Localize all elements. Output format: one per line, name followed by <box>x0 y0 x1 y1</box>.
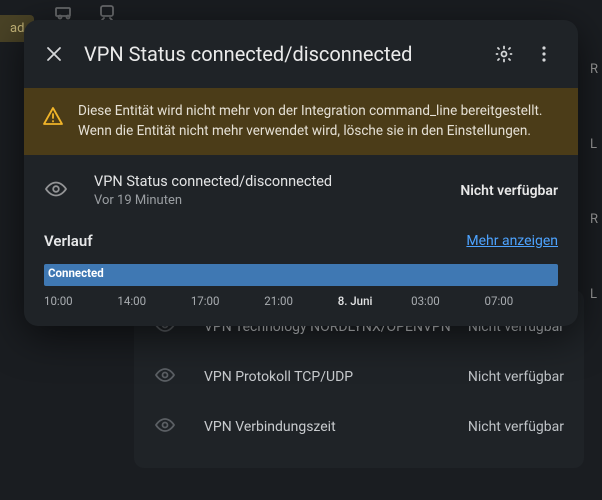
entity-dialog: VPN Status connected/disconnected Diese … <box>24 20 578 326</box>
history-header: Verlauf Mehr anzeigen <box>24 218 578 260</box>
tick-label: 21:00 <box>264 294 337 308</box>
bg-right-label: L <box>590 287 598 302</box>
entity-name: VPN Protokoll TCP/UDP <box>204 369 468 385</box>
list-item[interactable]: VPN Verbindungszeit Nicht verfügbar <box>134 402 584 452</box>
warning-banner: Diese Entität wird nicht mehr von der In… <box>24 88 578 155</box>
train-icon <box>98 4 118 20</box>
bg-right: R L R L <box>590 62 598 302</box>
entity-labels: VPN Status connected/disconnected Vor 19… <box>94 173 460 208</box>
warning-icon <box>42 105 64 127</box>
entity-state-value: Nicht verfügbar <box>460 183 558 199</box>
tick-label: 03:00 <box>411 294 484 308</box>
entity-state-row: VPN Status connected/disconnected Vor 19… <box>24 155 578 218</box>
dialog-header: VPN Status connected/disconnected <box>24 20 578 88</box>
tick-label: 07:00 <box>485 294 558 308</box>
gear-icon <box>494 44 514 64</box>
eye-icon <box>154 414 176 440</box>
warning-text: Diese Entität wird nicht mehr von der In… <box>78 102 560 141</box>
more-button[interactable] <box>524 34 564 74</box>
bg-right-label: R <box>590 62 598 77</box>
dialog-title: VPN Status connected/disconnected <box>84 42 484 66</box>
history-timeline[interactable]: Connected <box>44 264 558 286</box>
tick-label: 10:00 <box>44 294 117 308</box>
entity-value: Nicht verfügbar <box>468 369 564 385</box>
vehicle-icon <box>54 4 74 20</box>
eye-icon <box>154 364 176 390</box>
tick-label: 14:00 <box>117 294 190 308</box>
timeline-segment-label: Connected <box>48 266 104 280</box>
close-button[interactable] <box>34 34 74 74</box>
tick-label: 8. Juni <box>338 294 411 308</box>
entity-value: Nicht verfügbar <box>468 419 564 435</box>
history-heading: Verlauf <box>44 232 93 250</box>
bg-right-label: R <box>590 212 598 227</box>
entity-last-changed: Vor 19 Minuten <box>94 193 460 208</box>
history-more-link[interactable]: Mehr anzeigen <box>466 233 558 249</box>
close-icon <box>44 44 64 64</box>
entity-name: VPN Status connected/disconnected <box>94 173 460 190</box>
eye-icon <box>44 177 68 205</box>
more-vert-icon <box>534 44 554 64</box>
bg-right-label: L <box>590 137 598 152</box>
entity-name: VPN Verbindungszeit <box>204 419 468 435</box>
tick-label: 17:00 <box>191 294 264 308</box>
settings-button[interactable] <box>484 34 524 74</box>
list-item[interactable]: VPN Protokoll TCP/UDP Nicht verfügbar <box>134 352 584 402</box>
timeline-ticks: 10:00 14:00 17:00 21:00 8. Juni 03:00 07… <box>44 294 558 308</box>
